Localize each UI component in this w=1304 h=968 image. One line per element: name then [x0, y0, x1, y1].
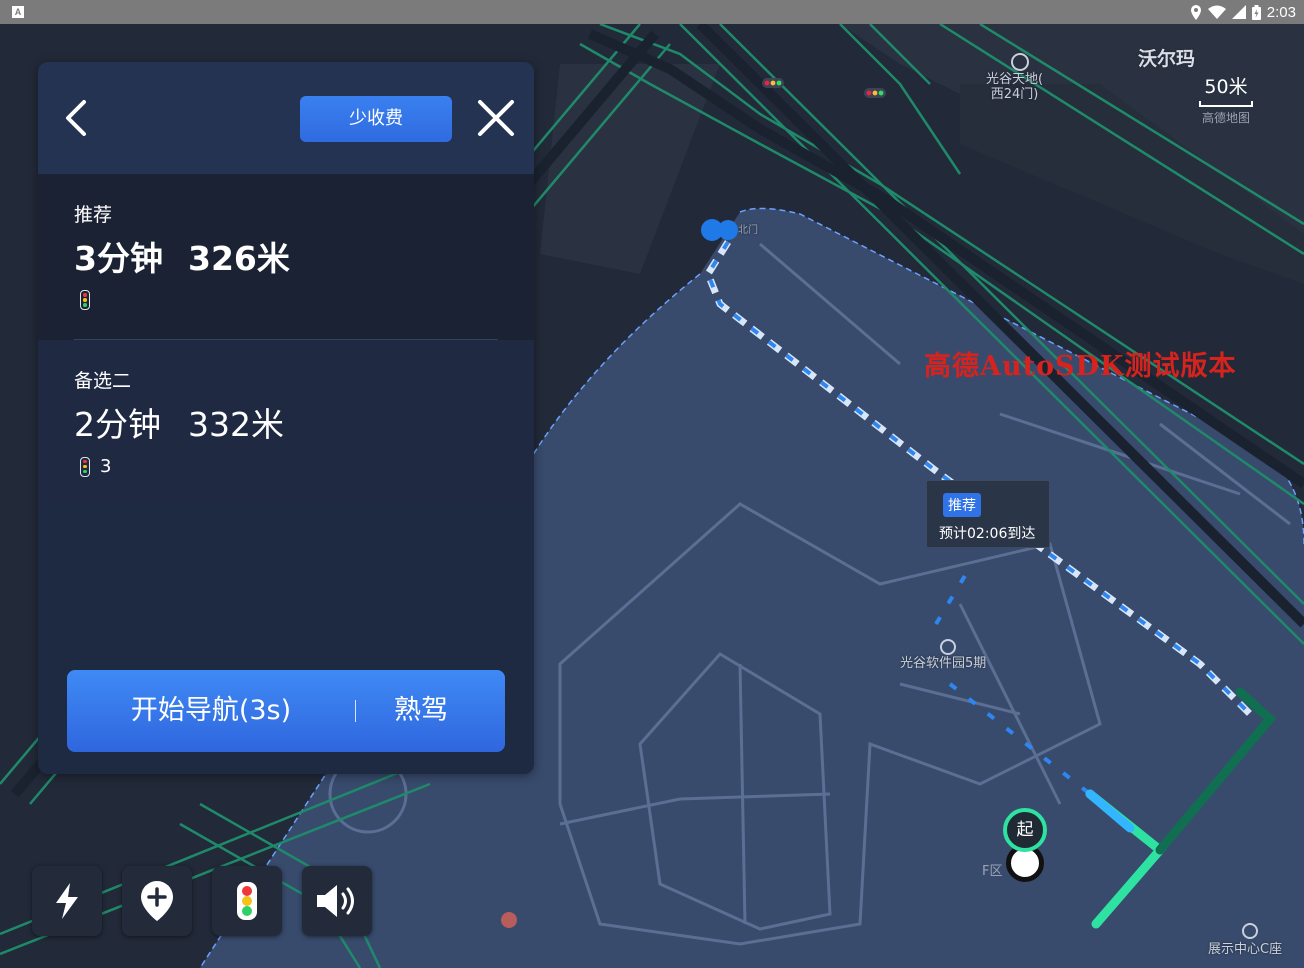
- poi-exhibition-center[interactable]: 展示中心C座: [1208, 942, 1282, 957]
- quick-action-button[interactable]: [32, 866, 102, 936]
- chevron-left-icon: [66, 100, 86, 136]
- route-panel: 少收费 推荐 3分钟 326米 备选二 2分钟 332米 3 开始导航(3s) …: [38, 62, 534, 774]
- traffic-light-icon: [237, 882, 257, 920]
- traffic-toggle-button[interactable]: [212, 866, 282, 936]
- less-toll-button[interactable]: 少收费: [300, 96, 452, 142]
- familiar-drive-button[interactable]: 熟驾: [357, 670, 485, 752]
- test-watermark: 高德AutoSDK测试版本: [924, 351, 1237, 382]
- map-scale: 50米 高德地图: [1196, 72, 1256, 126]
- volume-button[interactable]: [302, 866, 372, 936]
- traffic-light-icon: [80, 290, 90, 310]
- route-option-alternative-2[interactable]: 备选二 2分钟 332米 3: [38, 340, 534, 506]
- scale-bar: [1199, 101, 1253, 107]
- route-distance: 332米: [188, 405, 284, 444]
- poi-guanggu-tiandi[interactable]: 光谷天地( 西24门): [986, 72, 1043, 102]
- scale-value: 50米: [1204, 76, 1248, 98]
- zone-label: F区: [982, 864, 1003, 879]
- poi-software-park[interactable]: 光谷软件园5期: [900, 656, 986, 671]
- button-separator: [355, 700, 356, 722]
- map-brand: 高德地图: [1201, 111, 1250, 125]
- back-button[interactable]: [62, 98, 92, 138]
- wifi-icon: [1207, 5, 1226, 19]
- route-traffic-lights: 3: [80, 456, 111, 477]
- signal-icon: [1231, 5, 1246, 19]
- route-time: 2分钟: [74, 405, 161, 444]
- traffic-light-count: 3: [100, 456, 112, 477]
- volume-icon: [317, 885, 354, 917]
- route-traffic-lights: [80, 290, 100, 310]
- status-bar: A 2:03: [0, 0, 1304, 24]
- add-waypoint-button[interactable]: [122, 866, 192, 936]
- route-time: 3分钟: [74, 239, 163, 278]
- close-button[interactable]: [476, 98, 516, 138]
- lightning-icon: [56, 883, 78, 919]
- close-icon: [478, 100, 514, 136]
- poi-walmart[interactable]: 沃尔玛: [1138, 50, 1195, 69]
- route-distance: 326米: [188, 239, 290, 278]
- eta-text: 预计02:06到达: [939, 526, 1036, 542]
- route-option-recommended[interactable]: 推荐 3分钟 326米: [38, 174, 534, 340]
- clock: 2:03: [1266, 3, 1296, 21]
- battery-icon: [1251, 4, 1261, 20]
- add-location-icon: [141, 881, 173, 921]
- start-navigation-label[interactable]: 开始导航(3s): [67, 670, 355, 752]
- location-icon: [1190, 4, 1201, 20]
- route-label: 推荐: [74, 204, 113, 226]
- app-notification-icon: A: [12, 6, 24, 18]
- start-navigation-button[interactable]: 开始导航(3s) 熟驾: [67, 670, 505, 752]
- traffic-light-icon: [80, 456, 90, 477]
- poi-north-gate[interactable]: 北门: [738, 223, 758, 238]
- recommended-tag: 推荐: [943, 493, 981, 517]
- start-marker[interactable]: 起: [1003, 808, 1047, 852]
- panel-header: 少收费: [38, 62, 534, 174]
- route-eta-bubble[interactable]: 推荐 预计02:06到达: [926, 480, 1050, 548]
- route-label: 备选二: [74, 370, 132, 392]
